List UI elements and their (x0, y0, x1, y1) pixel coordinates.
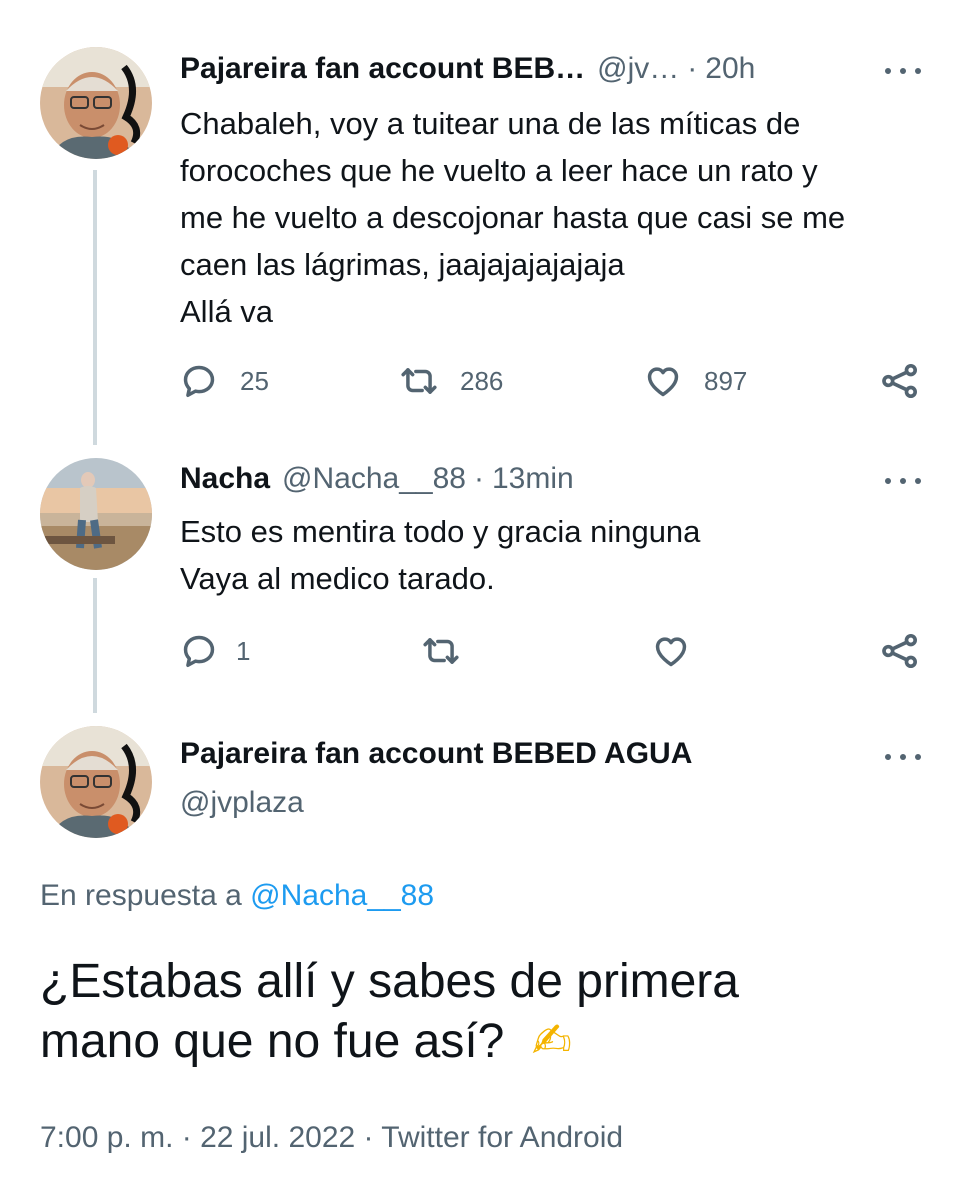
retweet-icon (401, 368, 437, 394)
retweet-count: 286 (460, 365, 504, 396)
heart-icon (647, 367, 679, 397)
author-handle[interactable]: @jvplaza (180, 786, 304, 820)
more-dots-icon[interactable] (885, 56, 921, 86)
text-line: forocoches que he vuelto a leer hace un … (180, 153, 818, 188)
text-line: caen las lágrimas, jaajajajajajaja (180, 247, 625, 282)
reply-bubble-icon (183, 365, 215, 397)
text-line: mano que no fue así? (40, 1015, 505, 1068)
thread-connector (93, 578, 97, 713)
author-name[interactable]: Pajareira fan account BEBED AGUA (180, 737, 692, 771)
share-icon (882, 364, 917, 398)
avatar[interactable] (40, 458, 152, 570)
text-line: ¿Estabas allí y sabes de primera (40, 955, 739, 1008)
avatar[interactable] (40, 726, 152, 838)
share-button[interactable] (880, 361, 920, 401)
like-count: 897 (704, 365, 748, 396)
reply-button[interactable]: 1 (180, 632, 250, 670)
reply-count: 25 (240, 365, 269, 396)
timestamp[interactable]: 13min (492, 462, 574, 496)
retweet-icon (423, 638, 459, 664)
text-line: Esto es mentira todo y gracia ninguna (180, 514, 701, 549)
reply-mention-link[interactable]: @Nacha__88 (250, 879, 434, 912)
separator: · (687, 52, 698, 85)
text-line: Chabaleh, voy a tuitear una de las mític… (180, 106, 801, 141)
reply-bubble-icon (183, 635, 215, 667)
main-author-name-row: Pajareira fan account BEBED AGUA (180, 737, 692, 771)
retweet-button[interactable] (422, 632, 460, 670)
heart-icon (655, 637, 687, 667)
like-button[interactable]: 897 (644, 362, 747, 400)
tweet-header: Pajareira fan account BEB… @jv… · 20h (180, 52, 755, 86)
reply-count: 1 (236, 635, 251, 666)
writing-hand-emoji: ✍ (531, 1015, 572, 1068)
share-icon (882, 634, 917, 668)
text-line: Allá va (180, 294, 274, 329)
share-button[interactable] (880, 631, 920, 671)
text-line-2: mano que no fue así? ✍ (40, 1012, 739, 1072)
reply-button[interactable]: 25 (180, 362, 269, 400)
main-tweet-text: ¿Estabas allí y sabes de primera mano qu… (40, 952, 739, 1072)
tweet-header: Nacha @Nacha__88 · 13min (180, 462, 574, 496)
author-handle[interactable]: @Nacha__88 (282, 462, 466, 496)
reply-prefix: En respuesta a (40, 879, 242, 912)
author-name[interactable]: Nacha (180, 462, 270, 496)
text-line: Vaya al medico tarado. (180, 561, 495, 596)
timestamp[interactable]: 20h (705, 52, 755, 86)
like-button[interactable] (652, 632, 690, 670)
more-dots-icon[interactable] (885, 742, 921, 772)
separator: · (473, 462, 484, 495)
retweet-button[interactable]: 286 (400, 362, 503, 400)
main-author-handle-row: @jvplaza (180, 786, 304, 820)
author-name[interactable]: Pajareira fan account BEB… (180, 52, 585, 86)
text-line: me he vuelto a descojonar hasta que casi… (180, 200, 846, 235)
replying-to: En respuesta a @Nacha__88 (40, 879, 434, 913)
tweet-text: Chabaleh, voy a tuitear una de las mític… (180, 100, 845, 335)
tweet-text: Esto es mentira todo y gracia ninguna Va… (180, 508, 700, 602)
thread-connector (93, 170, 97, 445)
author-handle[interactable]: @jv… (597, 52, 679, 86)
avatar[interactable] (40, 47, 152, 159)
more-dots-icon[interactable] (885, 466, 921, 496)
tweet-metadata[interactable]: 7:00 p. m. · 22 jul. 2022 · Twitter for … (40, 1121, 623, 1155)
